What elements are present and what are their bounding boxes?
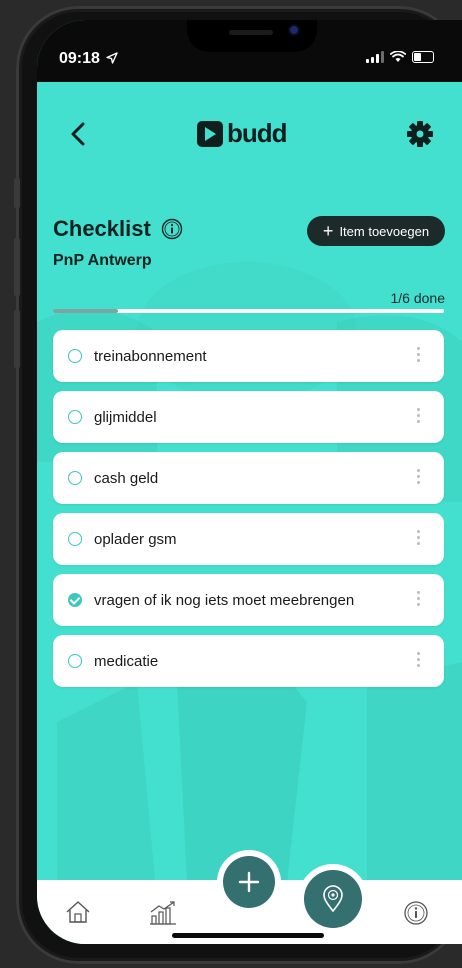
volume-down-button bbox=[14, 310, 20, 368]
unchecked-circle-icon[interactable] bbox=[68, 654, 82, 668]
location-fab-button[interactable] bbox=[304, 870, 362, 928]
logo-mark-icon bbox=[197, 120, 223, 147]
progress-text: 1/6 done bbox=[390, 290, 446, 306]
speaker bbox=[229, 30, 273, 35]
add-fab-button[interactable] bbox=[223, 856, 275, 908]
checklist-items: treinabonnement glijmiddel cash geld oplade… bbox=[53, 330, 444, 696]
progress-bar bbox=[53, 309, 444, 313]
add-item-button[interactable]: + Item toevoegen bbox=[307, 216, 445, 246]
stats-icon[interactable] bbox=[149, 900, 177, 926]
signal-icon bbox=[366, 51, 384, 63]
checklist-item[interactable]: oplader gsm bbox=[53, 513, 444, 565]
notch bbox=[187, 20, 317, 52]
checklist-item[interactable]: glijmiddel bbox=[53, 391, 444, 443]
unchecked-circle-icon[interactable] bbox=[68, 471, 82, 485]
status-time: 09:18 bbox=[59, 50, 119, 68]
home-indicator bbox=[172, 933, 324, 938]
status-icons bbox=[366, 51, 434, 63]
settings-gear-icon[interactable] bbox=[405, 119, 435, 149]
mute-switch bbox=[14, 178, 20, 208]
status-bar: 09:18 bbox=[37, 20, 462, 82]
front-camera bbox=[290, 26, 298, 34]
more-options-icon[interactable] bbox=[417, 591, 420, 606]
plus-icon: + bbox=[322, 221, 334, 241]
info-nav-icon[interactable] bbox=[403, 900, 429, 926]
checklist-item-label: medicatie bbox=[94, 652, 159, 670]
location-arrow-icon bbox=[106, 52, 119, 64]
checklist-item-label: vragen of ik nog iets moet meebrengen bbox=[94, 591, 355, 609]
volume-up-button bbox=[14, 238, 20, 296]
checklist-subtitle: PnP Antwerp bbox=[53, 252, 152, 269]
more-options-icon[interactable] bbox=[417, 408, 420, 423]
more-options-icon[interactable] bbox=[417, 530, 420, 545]
back-icon[interactable] bbox=[67, 120, 91, 148]
checklist-item[interactable]: cash geld bbox=[53, 452, 444, 504]
checklist-item[interactable]: medicatie bbox=[53, 635, 444, 687]
unchecked-circle-icon[interactable] bbox=[68, 410, 82, 424]
add-icon bbox=[238, 871, 260, 893]
app-screen: 09:18 budd Checklist PnP Antwerp + Item … bbox=[37, 20, 462, 944]
checklist-item-label: treinabonnement bbox=[94, 347, 207, 365]
more-options-icon[interactable] bbox=[417, 469, 420, 484]
more-options-icon[interactable] bbox=[417, 347, 420, 362]
checklist-item-label: oplader gsm bbox=[94, 530, 177, 548]
unchecked-circle-icon[interactable] bbox=[68, 532, 82, 546]
app-header: budd bbox=[37, 82, 462, 182]
home-icon[interactable] bbox=[65, 900, 91, 924]
wifi-icon bbox=[390, 51, 406, 62]
checklist-item-label: cash geld bbox=[94, 469, 159, 487]
checked-circle-icon[interactable] bbox=[68, 593, 82, 607]
add-item-label: Item toevoegen bbox=[339, 223, 430, 239]
checklist-item-label: glijmiddel bbox=[94, 408, 157, 426]
checklist-item[interactable]: vragen of ik nog iets moet meebrengen bbox=[53, 574, 444, 626]
checklist-item[interactable]: treinabonnement bbox=[53, 330, 444, 382]
info-icon[interactable] bbox=[161, 218, 183, 240]
location-icon bbox=[323, 885, 343, 913]
status-time-text: 09:18 bbox=[59, 50, 100, 67]
progress-fill bbox=[53, 309, 119, 313]
page-title: Checklist bbox=[53, 216, 151, 241]
more-options-icon[interactable] bbox=[417, 652, 420, 667]
battery-icon bbox=[412, 51, 434, 63]
unchecked-circle-icon[interactable] bbox=[68, 349, 82, 363]
app-logo: budd bbox=[197, 118, 288, 149]
logo-text: budd bbox=[227, 118, 288, 148]
